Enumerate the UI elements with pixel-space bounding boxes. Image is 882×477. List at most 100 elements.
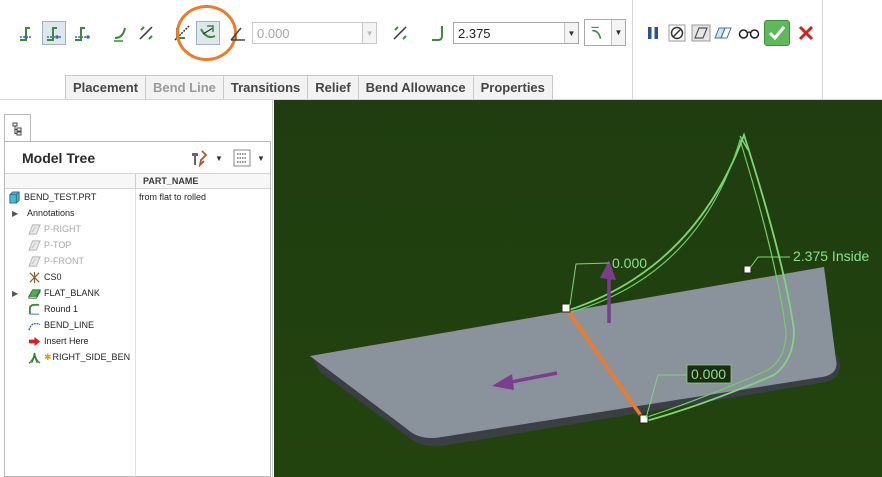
- detached-preview-button[interactable]: [710, 20, 736, 46]
- graphics-window[interactable]: 0.000 0.000 2.375 Inside: [274, 100, 882, 477]
- model-tree-panel: Model Tree ▼ ▼ PART_NAME BEND_TEST.PRT f…: [0, 100, 273, 477]
- flat-blank-plate[interactable]: [310, 267, 837, 438]
- bend-planar-icon: [75, 27, 90, 41]
- bend-radius-icon-button[interactable]: [427, 21, 451, 45]
- tree-item-label: CS0: [44, 272, 62, 282]
- detached-preview-icon: [714, 27, 732, 39]
- tree-item-label: FLAT_BLANK: [44, 288, 100, 298]
- coordinate-system-icon: [27, 270, 41, 284]
- tree-item-insert-here[interactable]: Insert Here: [27, 333, 89, 349]
- dim-leader-right: [749, 256, 790, 269]
- datum-plane-icon: [27, 222, 41, 236]
- model-tree-tab[interactable]: [4, 114, 31, 142]
- tree-item-p-right[interactable]: P-RIGHT: [27, 221, 81, 237]
- datum-plane-icon: [27, 254, 41, 268]
- tree-item-label: P-RIGHT: [44, 224, 81, 234]
- tree-item-p-front[interactable]: P-FRONT: [27, 253, 84, 269]
- tab-placement[interactable]: Placement: [65, 75, 147, 99]
- chevron-down-icon[interactable]: ▼: [257, 154, 265, 163]
- tools-icon: [192, 150, 208, 167]
- column-part-name[interactable]: PART_NAME: [143, 176, 198, 186]
- bend-side-button[interactable]: [110, 21, 134, 45]
- bend-line-handle-start[interactable]: [561, 303, 571, 313]
- column-divider: [135, 189, 136, 477]
- dim-leader-top: [569, 262, 610, 306]
- pause-button[interactable]: [640, 20, 666, 46]
- chevron-down-icon[interactable]: ▼: [362, 23, 376, 43]
- tree-item-right-side-bend[interactable]: ✱ RIGHT_SIDE_BEN: [27, 349, 130, 365]
- no-preview-icon: [668, 24, 686, 42]
- chevron-down-icon[interactable]: ▼: [564, 23, 578, 43]
- close-icon: [798, 25, 814, 41]
- ok-button[interactable]: [764, 20, 790, 46]
- glasses-icon: [738, 29, 760, 39]
- bend-radius-icon: [432, 26, 443, 41]
- bend-rolled-icon: [47, 27, 61, 41]
- bend-radius-input[interactable]: 2.375 ▼: [453, 22, 579, 44]
- tree-item-label: BEND_LINE: [44, 320, 95, 330]
- model-view[interactable]: 0.000 0.000 2.375 Inside: [274, 100, 882, 477]
- bend-type-angle-button[interactable]: [15, 21, 39, 45]
- tab-properties[interactable]: Properties: [472, 75, 553, 99]
- rolled-bend-button[interactable]: [196, 21, 220, 45]
- tab-transitions[interactable]: Transitions: [222, 75, 309, 99]
- tree-item-label: P-TOP: [44, 240, 72, 250]
- bend-radius-value: 2.375: [458, 25, 491, 41]
- tree-item-cs0[interactable]: CS0: [27, 269, 62, 285]
- bend-angle-icon: [20, 27, 32, 41]
- part-icon: [7, 190, 21, 204]
- bend-angle-value: 0.000: [257, 25, 290, 41]
- tree-column-header: PART_NAME: [5, 173, 270, 190]
- bend-direction-button[interactable]: [170, 21, 194, 45]
- dim-label-right[interactable]: 2.375 Inside: [793, 248, 869, 264]
- list-icon: [233, 149, 251, 167]
- dim-label-top[interactable]: 0.000: [612, 255, 647, 271]
- expand-arrow-icon[interactable]: ▶: [12, 289, 18, 298]
- tree-item-bend-test-prt[interactable]: BEND_TEST.PRT: [7, 189, 96, 205]
- tree-item-label: RIGHT_SIDE_BEN: [52, 352, 131, 362]
- flip-angle-icon: [393, 26, 407, 40]
- tree-item-round-1[interactable]: Round 1: [27, 301, 78, 317]
- tree-settings-button[interactable]: ▼: [190, 147, 223, 169]
- radius-side-dropdown[interactable]: ▼: [584, 19, 626, 46]
- tree-item-flat-blank[interactable]: FLAT_BLANK: [27, 285, 100, 301]
- dim-label-bottom[interactable]: 0.000: [691, 366, 726, 382]
- tree-item-label: P-FRONT: [44, 256, 84, 266]
- angle-icon: [230, 27, 245, 41]
- bend-angle-input[interactable]: 0.000 ▼: [252, 22, 377, 44]
- bend-type-planar-button[interactable]: [70, 21, 94, 45]
- no-preview-button[interactable]: [664, 20, 690, 46]
- tab-relief[interactable]: Relief: [307, 75, 359, 99]
- pause-icon: [648, 27, 658, 39]
- tree-hierarchy-icon: [12, 122, 21, 135]
- tree-item-p-top[interactable]: P-TOP: [27, 237, 71, 253]
- tab-bend-allowance[interactable]: Bend Allowance: [357, 75, 474, 99]
- tree-item-label: BEND_TEST.PRT: [24, 192, 97, 202]
- tab-bend-line[interactable]: Bend Line: [145, 75, 224, 99]
- chevron-down-icon[interactable]: ▼: [215, 154, 223, 163]
- chevron-down-icon[interactable]: ▼: [611, 20, 625, 45]
- bend-side-icon: [114, 27, 126, 42]
- radius-handle[interactable]: [743, 265, 752, 274]
- rolled-bend-icon: [200, 25, 216, 39]
- insert-arrow-icon: [27, 334, 41, 348]
- column-separator[interactable]: [135, 174, 136, 190]
- cancel-button[interactable]: [793, 20, 819, 46]
- flip-fixed-side-icon: [139, 26, 153, 40]
- creo-sheetmetal-window: 0.000 ▼ 2.375 ▼ ▼ Placement Bend Line Tr…: [0, 0, 882, 477]
- regenerating-star-icon: ✱: [44, 351, 52, 362]
- round-icon: [27, 302, 41, 316]
- bend-angle-button[interactable]: [226, 21, 250, 45]
- tree-item-annotations[interactable]: Annotations: [27, 205, 75, 221]
- toolbar-divider: [632, 0, 633, 100]
- checkmark-icon: [768, 26, 786, 41]
- tree-item-label: Annotations: [27, 208, 75, 218]
- tree-show-button[interactable]: ▼: [233, 147, 265, 169]
- bend-feature-icon: [27, 350, 41, 364]
- tree-item-bend-line[interactable]: BEND_LINE: [27, 317, 94, 333]
- expand-arrow-icon[interactable]: ▶: [12, 209, 18, 218]
- flip-fixed-side-button[interactable]: [134, 21, 158, 45]
- bend-type-rolled-button[interactable]: [42, 21, 66, 45]
- flip-angle-button[interactable]: [388, 21, 412, 45]
- verify-preview-button[interactable]: [736, 20, 762, 46]
